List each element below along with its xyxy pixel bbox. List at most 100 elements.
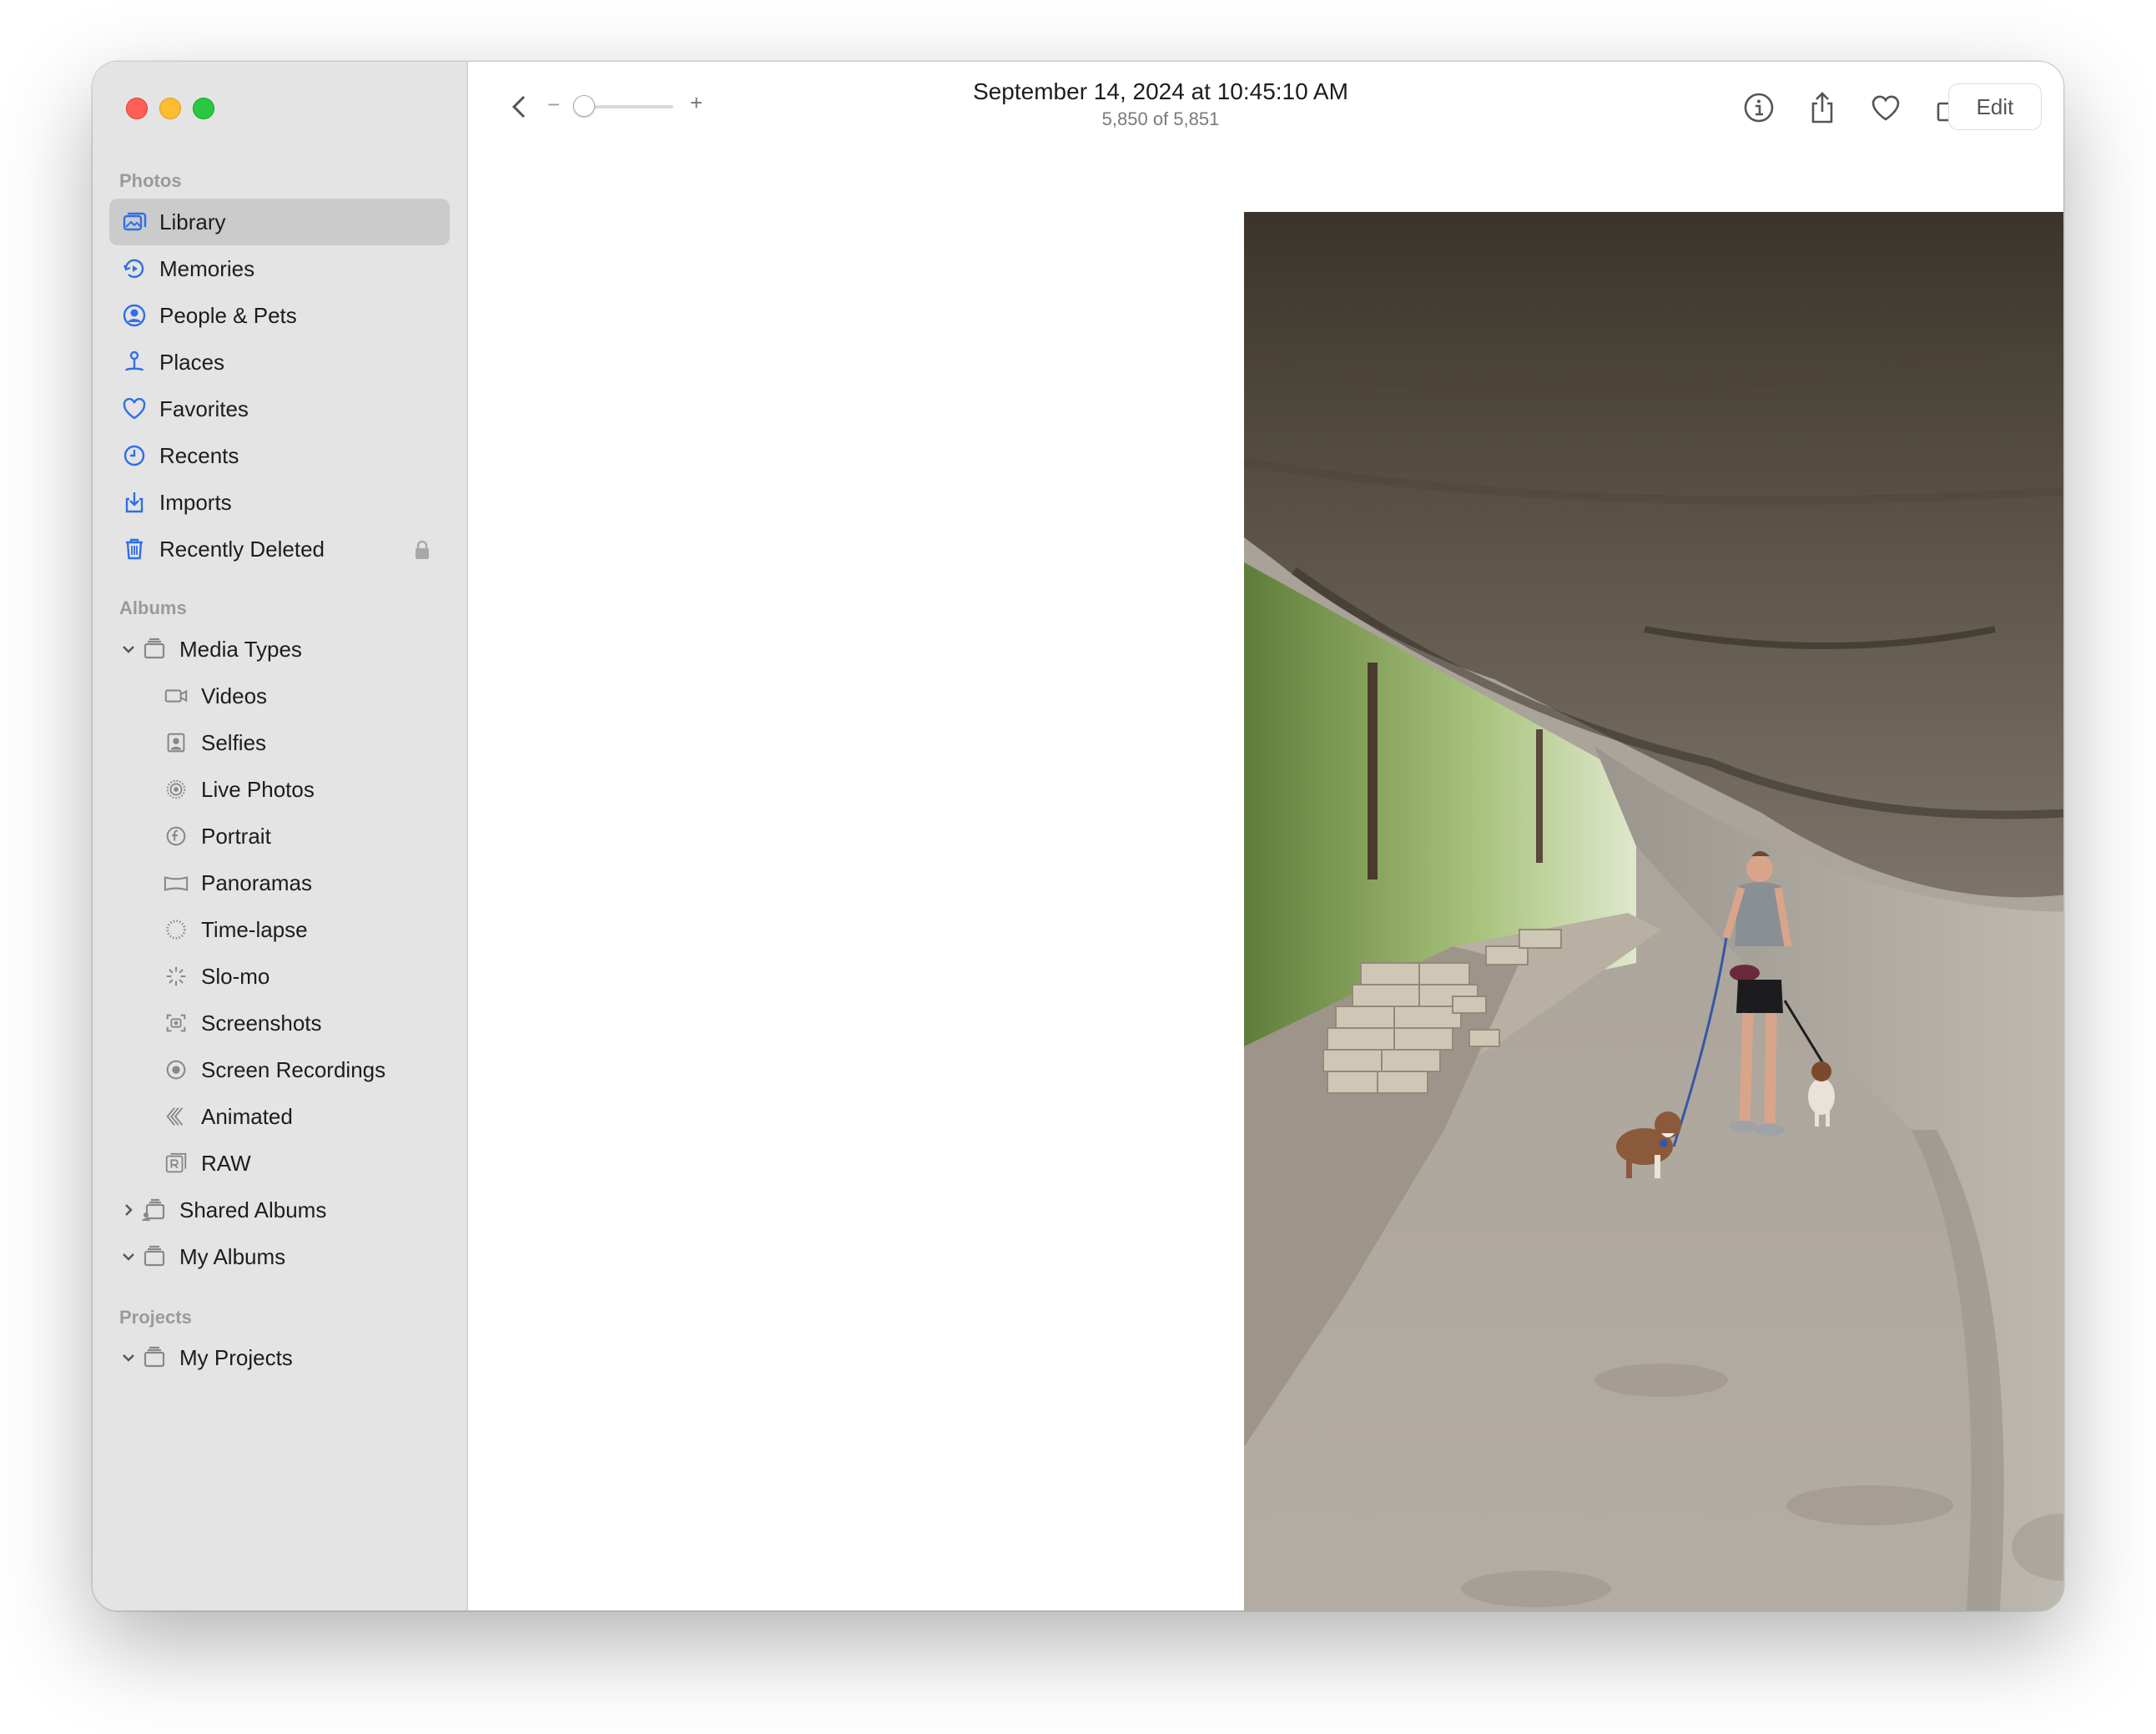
sidebar-item-people-pets[interactable]: People & Pets (109, 292, 450, 339)
animated-icon (161, 1101, 191, 1132)
favorite-button[interactable] (1868, 90, 1903, 125)
sidebar-item-label: Library (159, 209, 226, 234)
screen-recording-icon (161, 1055, 191, 1085)
sidebar-item-animated[interactable]: Animated (109, 1093, 450, 1140)
sidebar-item-label: Panoramas (201, 870, 312, 895)
places-icon (119, 347, 149, 377)
sidebar-item-label: Selfies (201, 729, 267, 755)
album-stack-icon (139, 634, 169, 664)
sidebar-item-label: Portrait (201, 823, 271, 849)
sidebar-item-library[interactable]: Library (109, 199, 450, 245)
sidebar-item-places[interactable]: Places (109, 339, 450, 386)
chevron-down-icon[interactable] (119, 1348, 138, 1367)
sidebar-item-label: Screen Recordings (201, 1056, 386, 1082)
sidebar-item-label: Videos (201, 683, 268, 708)
back-button[interactable] (505, 92, 535, 122)
people-icon (119, 300, 149, 330)
portrait-icon (161, 821, 191, 851)
sidebar-item-label: Recently Deleted (159, 536, 325, 562)
zoom-in-icon[interactable]: + (690, 90, 703, 116)
live-photo-icon (161, 774, 191, 804)
sidebar-item-label: Recents (159, 442, 239, 468)
zoom-out-icon[interactable]: − (547, 92, 560, 118)
share-icon (1811, 92, 1833, 123)
sidebar-item-media-types[interactable]: Media Types (109, 626, 450, 673)
selfie-icon (161, 728, 191, 758)
sidebar-item-favorites[interactable]: Favorites (109, 386, 450, 432)
heart-icon (1871, 95, 1900, 121)
info-button[interactable] (1741, 90, 1776, 125)
section-title-photos: Photos (119, 170, 182, 191)
photos-window: Photos Library Memories People & Pets Pl… (93, 62, 2063, 1611)
photo-counter: 5,850 of 5,851 (1101, 108, 1220, 129)
sidebar-item-videos[interactable]: Videos (109, 673, 450, 719)
sidebar-item-label: People & Pets (159, 302, 297, 328)
sidebar-item-label: Favorites (159, 396, 249, 421)
zoom-slider-knob[interactable] (573, 95, 595, 117)
album-stack-icon (139, 1242, 169, 1272)
chevron-right-icon[interactable] (119, 1201, 138, 1219)
trash-icon (119, 534, 149, 564)
sidebar-item-panoramas[interactable]: Panoramas (109, 859, 450, 906)
heart-icon (119, 394, 149, 424)
window-controls (126, 98, 214, 119)
sidebar: Photos Library Memories People & Pets Pl… (93, 62, 468, 1611)
chevron-down-icon[interactable] (119, 640, 138, 658)
sidebar-item-screenshots[interactable]: Screenshots (109, 1000, 450, 1046)
shared-album-icon (139, 1195, 169, 1225)
edit-button[interactable]: Edit (1948, 83, 2042, 130)
library-icon (119, 207, 149, 237)
minimize-button[interactable] (159, 98, 181, 119)
section-title-albums: Albums (119, 597, 187, 618)
sidebar-item-label: Screenshots (201, 1010, 322, 1036)
screenshot-icon (161, 1008, 191, 1038)
sidebar-item-slo-mo[interactable]: Slo-mo (109, 953, 450, 1000)
sidebar-item-raw[interactable]: RAW (109, 1140, 450, 1187)
zoom-button[interactable] (193, 98, 214, 119)
sidebar-item-my-projects[interactable]: My Projects (109, 1334, 450, 1381)
sidebar-item-screen-recordings[interactable]: Screen Recordings (109, 1046, 450, 1093)
imports-icon (119, 487, 149, 517)
share-button[interactable] (1805, 90, 1840, 125)
project-stack-icon (139, 1343, 169, 1373)
sidebar-item-label: Places (159, 349, 225, 375)
photo-title: September 14, 2024 at 10:45:10 AM 5,850 … (885, 78, 1436, 130)
photo-viewer: − + September 14, 2024 at 10:45:10 AM 5,… (468, 62, 2063, 1611)
sidebar-item-selfies[interactable]: Selfies (109, 719, 450, 766)
sidebar-item-label: My Projects (179, 1344, 293, 1370)
sidebar-item-label: Memories (159, 255, 255, 281)
sidebar-item-label: Live Photos (201, 776, 315, 802)
timelapse-icon (161, 915, 191, 945)
sidebar-item-recently-deleted[interactable]: Recently Deleted (109, 526, 450, 572)
info-icon (1744, 93, 1774, 123)
sidebar-item-label: Shared Albums (179, 1197, 327, 1222)
lock-icon (416, 540, 429, 559)
panorama-icon (161, 868, 191, 898)
sidebar-item-imports[interactable]: Imports (109, 479, 450, 526)
photo-image (1244, 212, 2063, 1611)
section-title-projects: Projects (119, 1307, 192, 1328)
sidebar-item-label: Time-lapse (201, 916, 308, 942)
sidebar-item-label: RAW (201, 1150, 251, 1176)
sidebar-item-label: Animated (201, 1103, 293, 1129)
raw-icon (161, 1148, 191, 1178)
sidebar-item-portrait[interactable]: Portrait (109, 813, 450, 859)
video-icon (161, 681, 191, 711)
sidebar-item-shared-albums[interactable]: Shared Albums (109, 1187, 450, 1233)
toolbar: − + September 14, 2024 at 10:45:10 AM 5,… (468, 62, 2063, 150)
photo-date: September 14, 2024 at 10:45:10 AM (973, 78, 1348, 104)
close-button[interactable] (126, 98, 148, 119)
slomo-icon (161, 961, 191, 991)
sidebar-item-memories[interactable]: Memories (109, 245, 450, 292)
sidebar-item-live-photos[interactable]: Live Photos (109, 766, 450, 813)
sidebar-item-label: Imports (159, 489, 232, 515)
sidebar-item-recents[interactable]: Recents (109, 432, 450, 479)
sidebar-item-time-lapse[interactable]: Time-lapse (109, 906, 450, 953)
sidebar-item-my-albums[interactable]: My Albums (109, 1233, 450, 1280)
chevron-down-icon[interactable] (119, 1248, 138, 1266)
clock-icon (119, 441, 149, 471)
sidebar-item-label: Media Types (179, 636, 302, 662)
memories-icon (119, 254, 149, 284)
sidebar-item-label: Slo-mo (201, 963, 270, 989)
sidebar-item-label: My Albums (179, 1243, 286, 1269)
